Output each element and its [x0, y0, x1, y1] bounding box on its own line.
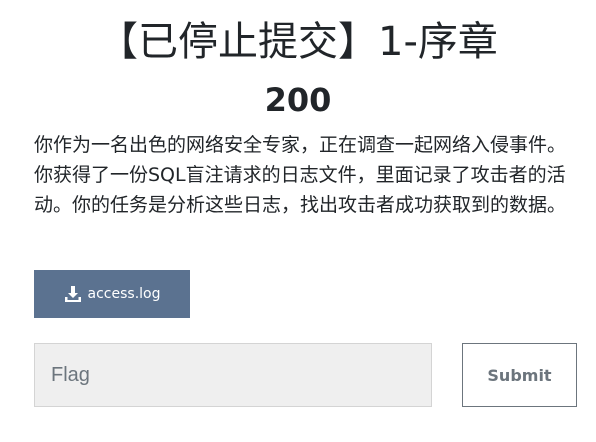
download-icon: [64, 285, 82, 303]
challenge-description: 你作为一名出色的网络安全专家，正在调查一起网络入侵事件。你获得了一份SQL盲注请…: [34, 134, 567, 216]
download-file-label: access.log: [87, 286, 161, 302]
flag-input[interactable]: [34, 343, 432, 407]
submit-button[interactable]: Submit: [462, 343, 577, 407]
download-file-button[interactable]: access.log: [34, 270, 190, 318]
challenge-value: 200: [264, 81, 332, 119]
challenge-title: 【已停止提交】1-序章: [98, 19, 498, 65]
